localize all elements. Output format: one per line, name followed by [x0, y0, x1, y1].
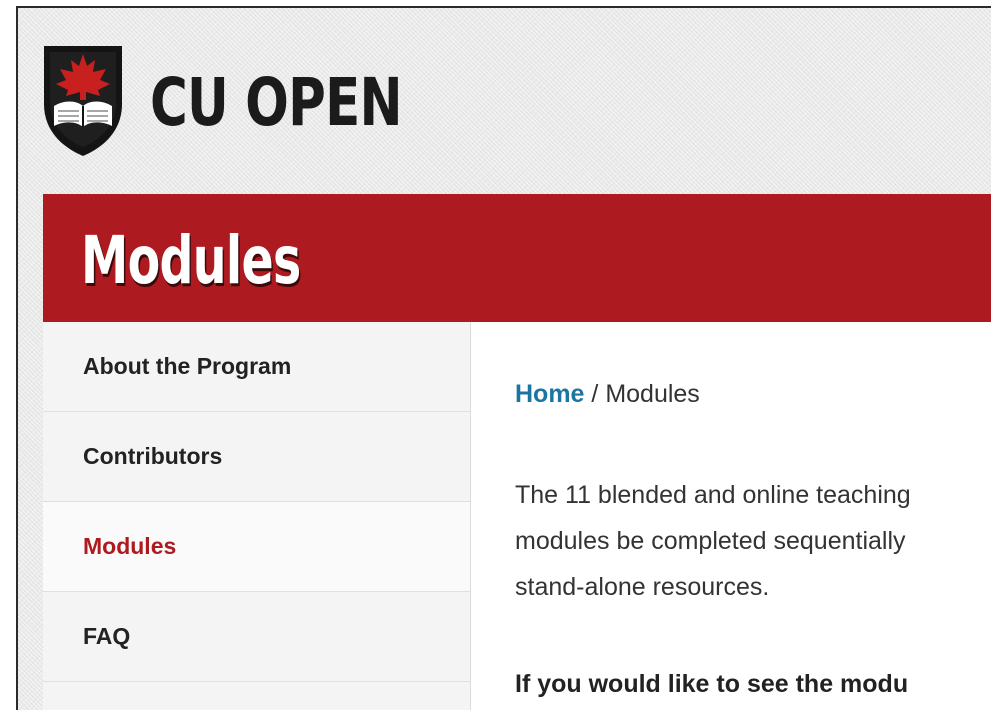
sidebar-item-faq[interactable]: FAQ	[43, 592, 470, 682]
browser-viewport: CU OPEN Modules About the Program Contri…	[16, 6, 991, 710]
page-banner: Modules	[43, 194, 991, 322]
page-title: Modules	[81, 222, 301, 299]
breadcrumb-current: Modules	[605, 380, 700, 408]
crest-icon	[40, 42, 126, 158]
sidebar-item-about-the-program[interactable]: About the Program	[43, 322, 470, 412]
intro-line: stand-alone resources.	[515, 573, 770, 601]
site-logo-text: CU OPEN	[150, 64, 403, 141]
breadcrumb: Home / Modules	[515, 380, 700, 409]
main-content: Home / Modules The 11 blended and online…	[471, 322, 991, 710]
intro-paragraph: The 11 blended and online teaching modul…	[515, 472, 991, 610]
site-logo[interactable]: CU OPEN	[40, 42, 403, 162]
intro-line: modules be completed sequentially	[515, 527, 906, 555]
sidebar-nav: About the Program Contributors Modules F…	[43, 322, 471, 710]
breadcrumb-separator: /	[584, 380, 606, 408]
sidebar-item-modules[interactable]: Modules	[43, 502, 470, 592]
lead-text: If you would like to see the modu	[515, 670, 909, 698]
sidebar-item-contributors[interactable]: Contributors	[43, 412, 470, 502]
intro-line: The 11 blended and online teaching	[515, 481, 911, 509]
breadcrumb-home-link[interactable]: Home	[515, 380, 584, 408]
